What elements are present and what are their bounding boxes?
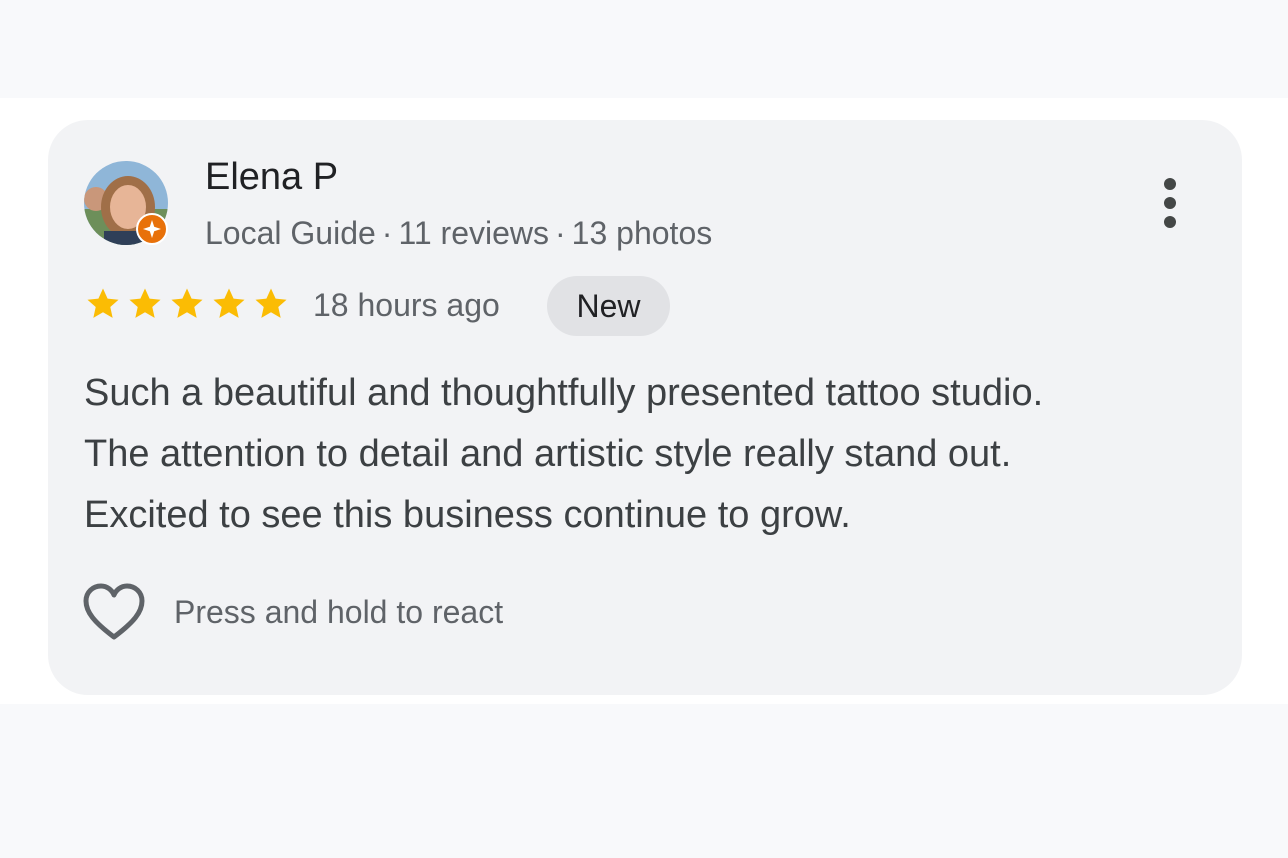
heart-outline-icon: [83, 583, 145, 640]
more-vertical-icon[interactable]: [1150, 170, 1190, 236]
react-button[interactable]: Press and hold to react: [82, 582, 503, 642]
review-time: 18 hours ago: [313, 287, 500, 323]
author-name[interactable]: Elena P: [205, 154, 338, 200]
star-icon: [213, 288, 245, 318]
local-guide-label: Local Guide: [205, 215, 376, 251]
review-text-line: Excited to see this business continue to…: [84, 494, 851, 536]
react-label: Press and hold to react: [174, 593, 504, 630]
new-badge: New: [547, 276, 670, 336]
review-screen: Elena P Local Guide · 11 reviews · 13 photos…: [0, 0, 1288, 858]
meta-separator: ·: [555, 215, 566, 251]
photo-count: 13 photos: [571, 215, 713, 251]
star-icon: [87, 288, 119, 318]
star-icon: [129, 288, 161, 318]
review-text-line: Such a beautiful and thoughtfully presen…: [84, 372, 1044, 414]
meta-separator: ·: [381, 215, 393, 251]
star-icon: [255, 288, 287, 318]
review-text[interactable]: Such a beautiful and thoughtfully presen…: [84, 363, 1204, 546]
author-meta: Local Guide · 11 reviews · 13 photos: [205, 212, 712, 254]
star-rating: [84, 285, 290, 325]
review-text-line: The attention to detail and artistic sty…: [84, 433, 1012, 475]
local-guide-badge-icon: [136, 213, 168, 245]
review-count: 11 reviews: [398, 215, 550, 251]
star-icon: [171, 288, 203, 318]
avatar[interactable]: [84, 161, 168, 245]
